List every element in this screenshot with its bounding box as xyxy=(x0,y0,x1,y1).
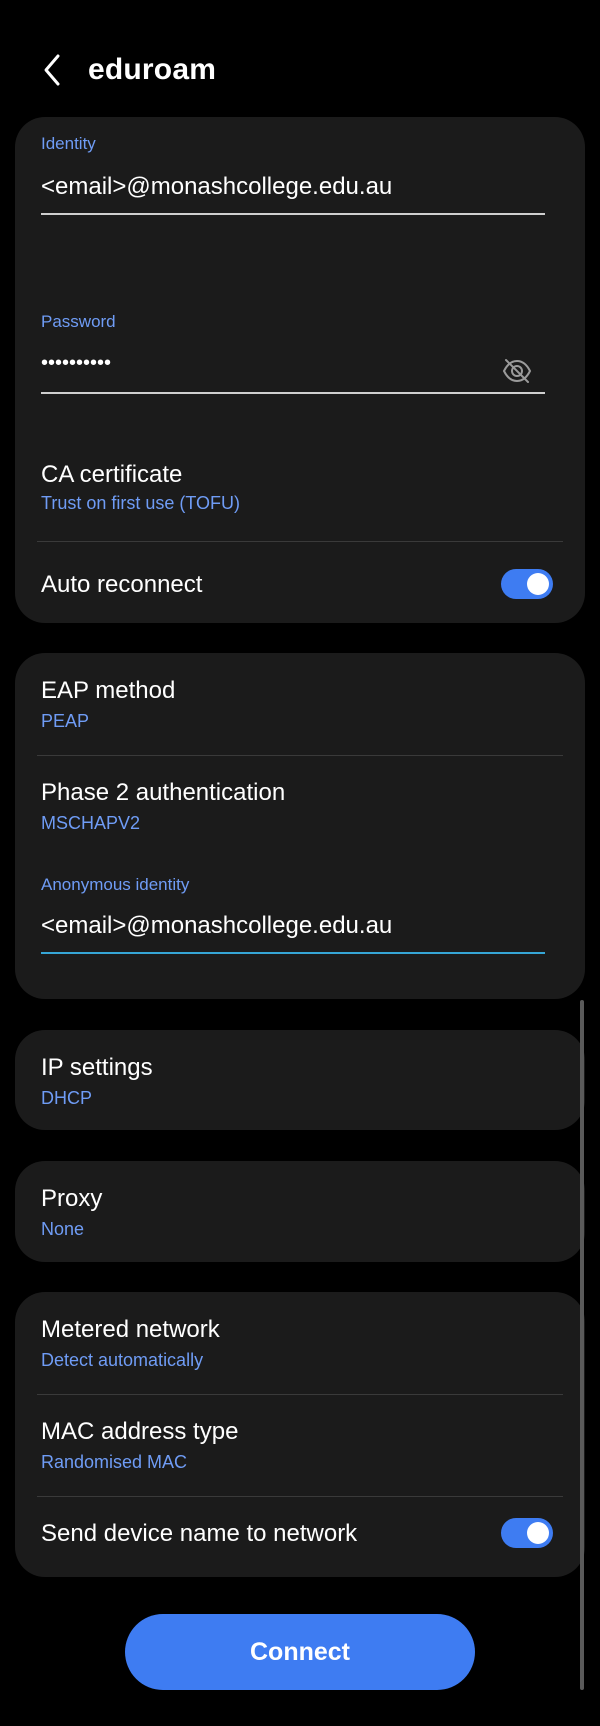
auto-reconnect-title: Auto reconnect xyxy=(41,571,203,598)
page-title: eduroam xyxy=(88,53,217,86)
send-device-name-row[interactable]: Send device name to network xyxy=(15,1498,585,1574)
proxy-title: Proxy xyxy=(41,1185,103,1212)
password-label: Password xyxy=(41,312,116,331)
eye-off-icon xyxy=(502,359,532,383)
eap-method-value: PEAP xyxy=(41,711,90,731)
toggle-knob xyxy=(527,1522,549,1544)
proxy-card[interactable]: Proxy None xyxy=(15,1161,585,1262)
eap-method-title: EAP method xyxy=(41,677,176,704)
divider xyxy=(37,1496,563,1497)
security-settings-card: Identity <email>@monashcollege.edu.au Pa… xyxy=(15,117,585,623)
anonymous-identity-input[interactable]: <email>@monashcollege.edu.au xyxy=(41,910,392,942)
mac-address-type-row[interactable]: MAC address type Randomised MAC xyxy=(15,1396,585,1496)
identity-input[interactable]: <email>@monashcollege.edu.au xyxy=(41,171,392,203)
ca-certificate-row[interactable]: CA certificate Trust on first use (TOFU) xyxy=(15,447,585,537)
divider xyxy=(37,1394,563,1395)
phase2-authentication-title: Phase 2 authentication xyxy=(41,779,286,806)
mac-address-type-title: MAC address type xyxy=(41,1418,239,1445)
mac-address-type-value: Randomised MAC xyxy=(41,1452,188,1472)
auto-reconnect-toggle[interactable] xyxy=(501,569,553,599)
network-settings-card: Metered network Detect automatically MAC… xyxy=(15,1292,585,1577)
send-device-name-title: Send device name to network xyxy=(41,1520,358,1547)
ip-settings-title: IP settings xyxy=(41,1054,153,1081)
metered-network-row[interactable]: Metered network Detect automatically xyxy=(15,1292,585,1392)
metered-network-value: Detect automatically xyxy=(41,1350,204,1370)
connect-button[interactable]: Connect xyxy=(125,1614,475,1690)
ca-certificate-value: Trust on first use (TOFU) xyxy=(41,493,241,513)
auto-reconnect-row[interactable]: Auto reconnect xyxy=(15,547,585,617)
metered-network-title: Metered network xyxy=(41,1316,220,1343)
identity-underline xyxy=(41,213,545,215)
password-input[interactable]: •••••••••• xyxy=(41,347,111,379)
back-button[interactable] xyxy=(30,46,74,94)
ip-settings-card[interactable]: IP settings DHCP xyxy=(15,1030,585,1130)
chevron-left-icon xyxy=(44,54,60,86)
identity-label: Identity xyxy=(41,134,96,153)
ip-settings-value: DHCP xyxy=(41,1088,93,1108)
eap-method-row[interactable]: EAP method PEAP xyxy=(15,653,585,753)
scrollbar[interactable] xyxy=(580,1000,584,1690)
toggle-knob xyxy=(527,573,549,595)
phase2-authentication-value: MSCHAPV2 xyxy=(41,813,141,833)
proxy-value: None xyxy=(41,1219,85,1239)
anonymous-identity-underline xyxy=(41,952,545,954)
password-visibility-toggle[interactable] xyxy=(499,353,535,389)
anonymous-identity-label: Anonymous identity xyxy=(41,875,190,894)
divider xyxy=(37,755,563,756)
eap-settings-card: EAP method PEAP Phase 2 authentication M… xyxy=(15,653,585,999)
send-device-name-toggle[interactable] xyxy=(501,1518,553,1548)
app-bar: eduroam xyxy=(0,0,600,116)
divider xyxy=(37,541,563,542)
password-underline xyxy=(41,392,545,394)
ca-certificate-title: CA certificate xyxy=(41,461,183,488)
phase2-authentication-row[interactable]: Phase 2 authentication MSCHAPV2 xyxy=(15,757,585,853)
